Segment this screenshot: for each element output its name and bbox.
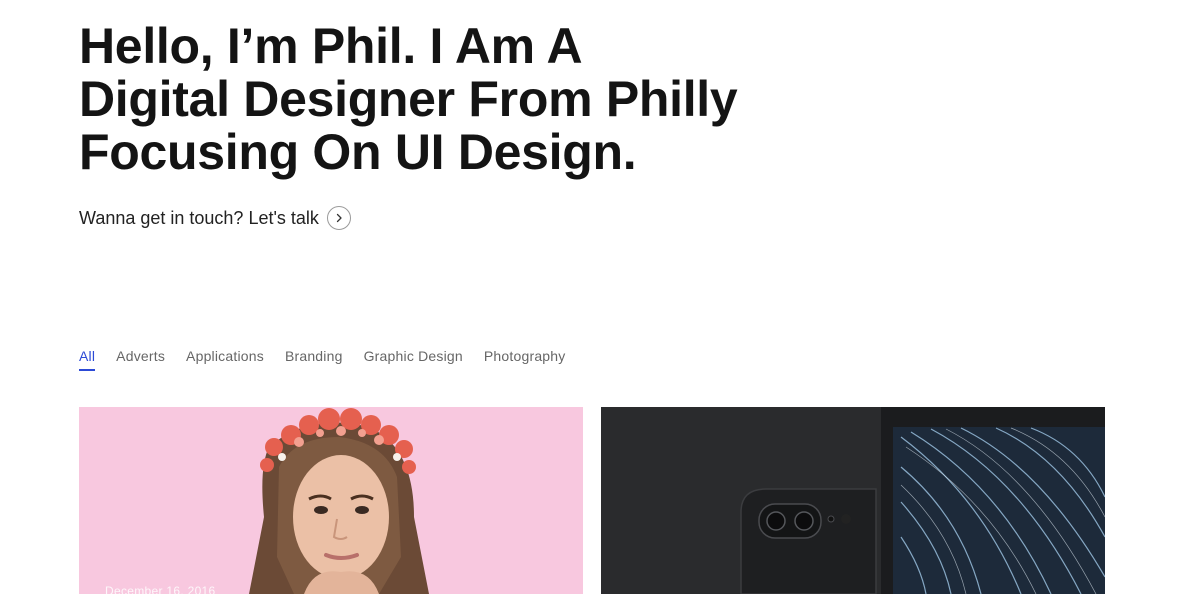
filter-tab-adverts[interactable]: Adverts xyxy=(116,348,165,371)
hero-line-1: Hello, I’m Phil. I Am A xyxy=(79,18,583,74)
portfolio-filter-tabs: All Adverts Applications Branding Graphi… xyxy=(79,348,565,371)
filter-tab-applications[interactable]: Applications xyxy=(186,348,264,371)
contact-link[interactable]: Wanna get in touch? Let's talk xyxy=(79,204,351,232)
filter-tab-photography[interactable]: Photography xyxy=(484,348,566,371)
portfolio-card-1[interactable]: December 16, 2016 xyxy=(79,407,583,594)
phone-and-laptop-light-trails-photo xyxy=(601,407,1105,594)
card-date: December 16, 2016 xyxy=(105,584,216,594)
portfolio-card-2[interactable] xyxy=(601,407,1105,594)
filter-tab-branding[interactable]: Branding xyxy=(285,348,343,371)
hero-line-3: Focusing On UI Design. xyxy=(79,124,637,180)
woman-flower-crown-photo xyxy=(79,407,583,594)
hero-heading: Hello, I’m Phil. I Am A Digital Designer… xyxy=(79,20,759,179)
hero-line-2: Digital Designer From Philly xyxy=(79,71,738,127)
filter-tab-all[interactable]: All xyxy=(79,348,96,371)
filter-tab-graphic-design[interactable]: Graphic Design xyxy=(364,348,463,371)
chevron-right-icon[interactable] xyxy=(326,206,351,230)
contact-link-label: Wanna get in touch? Let's talk xyxy=(79,207,319,228)
